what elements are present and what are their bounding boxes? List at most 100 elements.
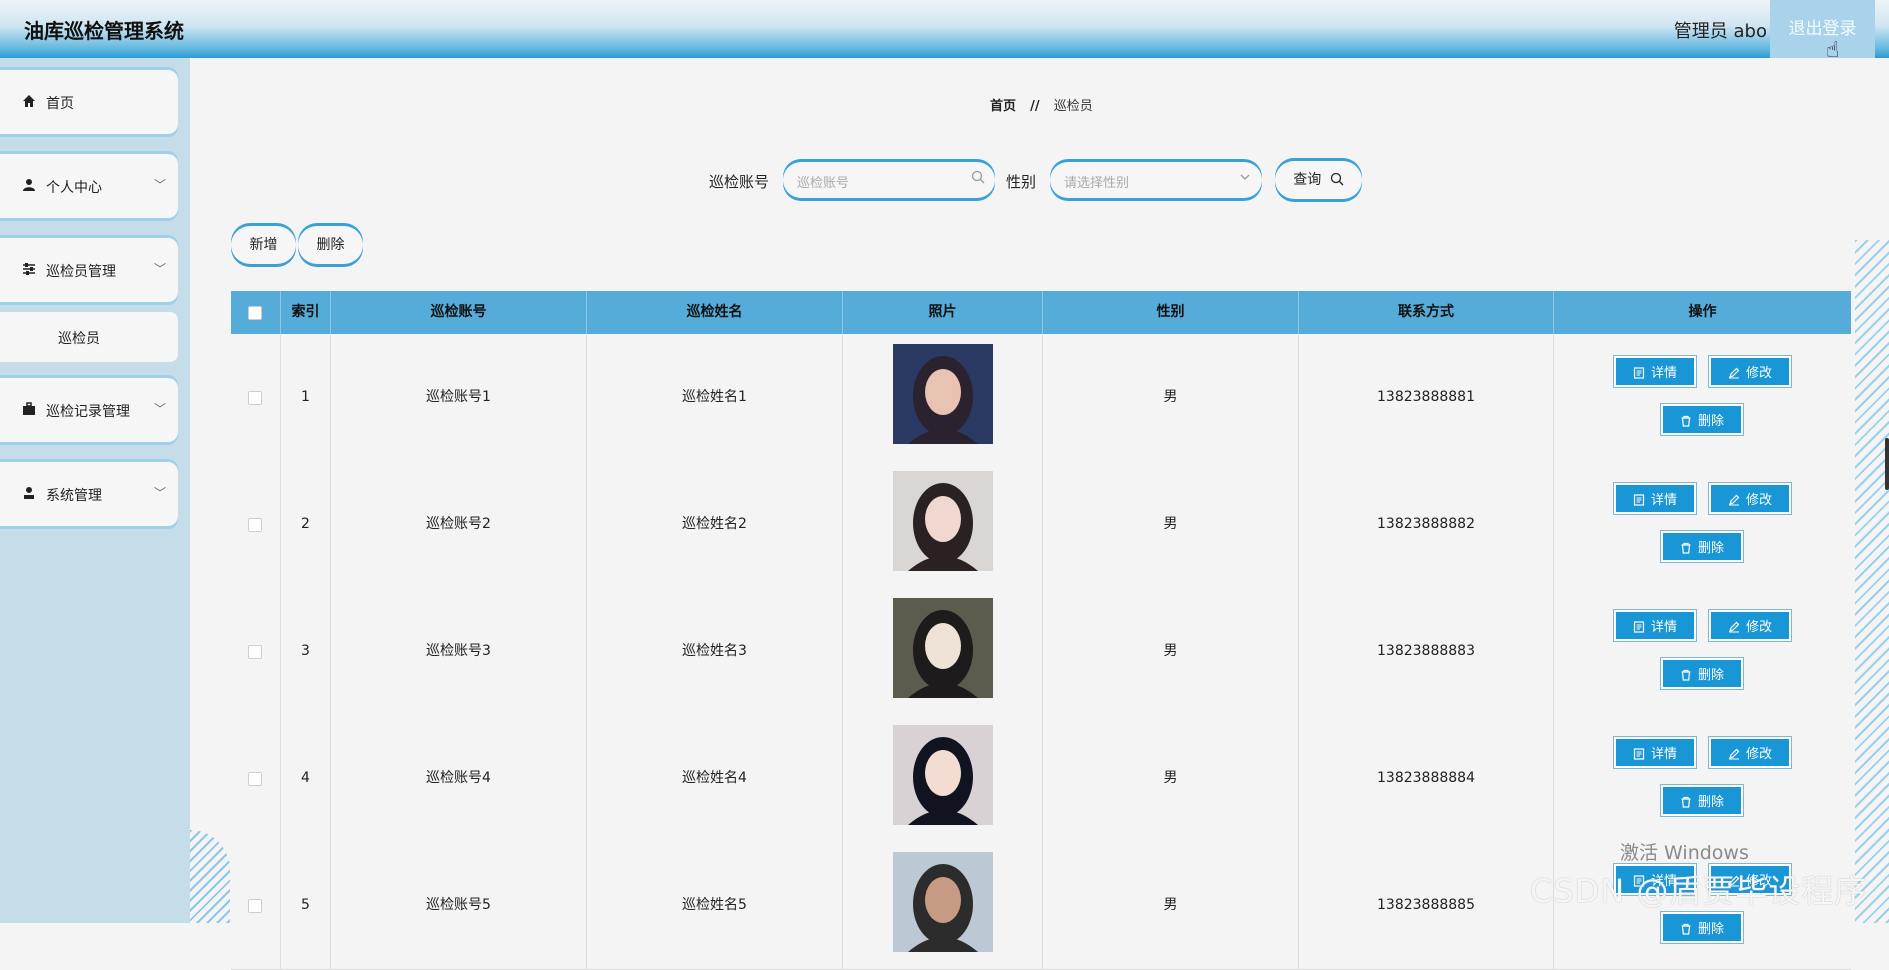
gender-select-placeholder: 请选择性别 (1064, 176, 1130, 191)
decorative-stripes (190, 830, 230, 923)
contact-cell: 13823888883 (1299, 588, 1554, 715)
actions-cell: 详情 修改 删除 (1554, 461, 1851, 588)
breadcrumb-home[interactable]: 首页 (990, 99, 1016, 114)
row-checkbox[interactable] (248, 391, 262, 405)
actions-cell: 详情 修改 删除 (1554, 588, 1851, 715)
column-header-photo: 照片 (843, 291, 1043, 334)
decorative-stripes-right (1855, 240, 1889, 923)
row-select-cell (231, 334, 281, 461)
delete-button-label: 删除 (1697, 541, 1724, 556)
gender-select[interactable]: 请选择性别 (1050, 162, 1262, 198)
search-icon (971, 170, 985, 184)
row-select-cell (231, 715, 281, 842)
table-row: 1 巡检账号1 巡检姓名1 男 13823888881 详情 修改 删除 (231, 334, 1851, 462)
breadcrumb: 首页 // 巡检员 (990, 95, 1093, 114)
contact-cell: 13823888882 (1299, 461, 1554, 588)
chevron-down-icon: ﹀ (153, 402, 166, 416)
table-row: 4 巡检账号4 巡检姓名4 男 13823888884 详情 修改 删除 (231, 715, 1851, 843)
scrollbar-thumb[interactable] (1885, 438, 1889, 490)
sidebar-item-personal-center[interactable]: 个人中心 ﹀ (0, 154, 178, 218)
gender-cell: 男 (1043, 588, 1299, 715)
delete-button[interactable]: 删除 (1660, 403, 1744, 436)
chevron-down-icon: ﹀ (153, 486, 166, 500)
select-all-cell (231, 291, 281, 334)
account-cell: 巡检账号5 (331, 842, 587, 969)
query-button-label: 查询 (1293, 172, 1322, 188)
row-checkbox[interactable] (248, 772, 262, 786)
delete-button[interactable]: 删除 (1660, 784, 1744, 817)
logout-button[interactable]: 退出登录 (1770, 0, 1875, 58)
inspector-photo (893, 598, 993, 698)
photo-cell (843, 842, 1043, 969)
edit-button[interactable]: 修改 (1708, 355, 1792, 388)
account-search-placeholder: 巡检账号 (797, 176, 850, 191)
sidebar-subitem-label: 巡检员 (58, 331, 100, 347)
person-stamp-icon (24, 487, 34, 499)
edit-button-label: 修改 (1745, 493, 1772, 508)
contact-cell: 13823888881 (1299, 334, 1554, 461)
column-header-name: 巡检姓名 (587, 291, 843, 334)
sidebar-item-label: 巡检记录管理 (46, 404, 130, 420)
account-search-input[interactable]: 巡检账号 (783, 162, 995, 198)
edit-button[interactable]: 修改 (1708, 736, 1792, 769)
edit-button-label: 修改 (1745, 747, 1772, 762)
pencil-icon (1728, 367, 1740, 379)
table-row: 2 巡检账号2 巡检姓名2 男 13823888882 详情 修改 删除 (231, 461, 1851, 589)
chevron-down-icon: ﹀ (153, 178, 166, 192)
select-all-checkbox[interactable] (248, 306, 262, 320)
column-header-account: 巡检账号 (331, 291, 587, 334)
sidebar-item-system-management[interactable]: 系统管理 ﹀ (0, 462, 178, 526)
chevron-down-icon: ﹀ (153, 262, 166, 276)
edit-button[interactable]: 修改 (1708, 609, 1792, 642)
sidebar-item-label: 系统管理 (46, 488, 102, 504)
delete-button[interactable]: 删除 (1660, 657, 1744, 690)
detail-button[interactable]: 详情 (1613, 482, 1697, 515)
detail-button[interactable]: 详情 (1613, 355, 1697, 388)
photo-cell (843, 334, 1043, 461)
edit-button-label: 修改 (1745, 366, 1772, 381)
sidebar-subitem-inspector[interactable]: 巡检员 (0, 312, 178, 362)
gender-filter-label: 性别 (1006, 173, 1037, 191)
top-header: 油库巡检管理系统 管理员 abo 退出登录 (0, 0, 1889, 58)
sidebar-item-inspection-records[interactable]: 巡检记录管理 ﹀ (0, 378, 178, 442)
sidebar-item-inspector-management[interactable]: 巡检员管理 ﹀ (0, 238, 178, 302)
app-title: 油库巡检管理系统 (24, 19, 184, 43)
row-checkbox[interactable] (248, 518, 262, 532)
delete-button[interactable]: 删除 (1660, 530, 1744, 563)
photo-cell (843, 715, 1043, 842)
delete-button-label: 删除 (1697, 414, 1724, 429)
query-button[interactable]: 查询 (1275, 161, 1362, 199)
table-row: 3 巡检账号3 巡检姓名3 男 13823888883 详情 修改 删除 (231, 588, 1851, 716)
account-cell: 巡检账号4 (331, 715, 587, 842)
column-header-gender: 性别 (1043, 291, 1299, 334)
index-cell: 3 (281, 588, 331, 715)
user-icon (23, 179, 35, 191)
add-button[interactable]: 新增 (231, 226, 296, 264)
batch-delete-button[interactable]: 删除 (298, 226, 363, 264)
row-select-cell (231, 588, 281, 715)
sidebar-item-home[interactable]: 首页 (0, 70, 178, 134)
sidebar-item-label: 首页 (46, 96, 74, 112)
edit-button[interactable]: 修改 (1708, 482, 1792, 515)
delete-button-label: 删除 (1697, 922, 1724, 937)
sliders-icon (23, 263, 35, 275)
document-icon (1633, 367, 1645, 379)
delete-button[interactable]: 删除 (1660, 911, 1744, 944)
gender-cell: 男 (1043, 334, 1299, 461)
pencil-icon (1728, 494, 1740, 506)
gender-cell: 男 (1043, 842, 1299, 969)
actions-cell: 详情 修改 删除 (1554, 715, 1851, 842)
photo-cell (843, 461, 1043, 588)
detail-button[interactable]: 详情 (1613, 736, 1697, 769)
inspector-photo (893, 852, 993, 952)
admin-label: 管理员 abo (1673, 21, 1767, 42)
document-icon (1633, 748, 1645, 760)
detail-button[interactable]: 详情 (1613, 609, 1697, 642)
name-cell: 巡检姓名5 (587, 842, 843, 969)
detail-button-label: 详情 (1650, 747, 1677, 762)
row-checkbox[interactable] (248, 899, 262, 913)
row-checkbox[interactable] (248, 645, 262, 659)
account-cell: 巡检账号3 (331, 588, 587, 715)
name-cell: 巡检姓名2 (587, 461, 843, 588)
breadcrumb-current: 巡检员 (1053, 99, 1093, 114)
